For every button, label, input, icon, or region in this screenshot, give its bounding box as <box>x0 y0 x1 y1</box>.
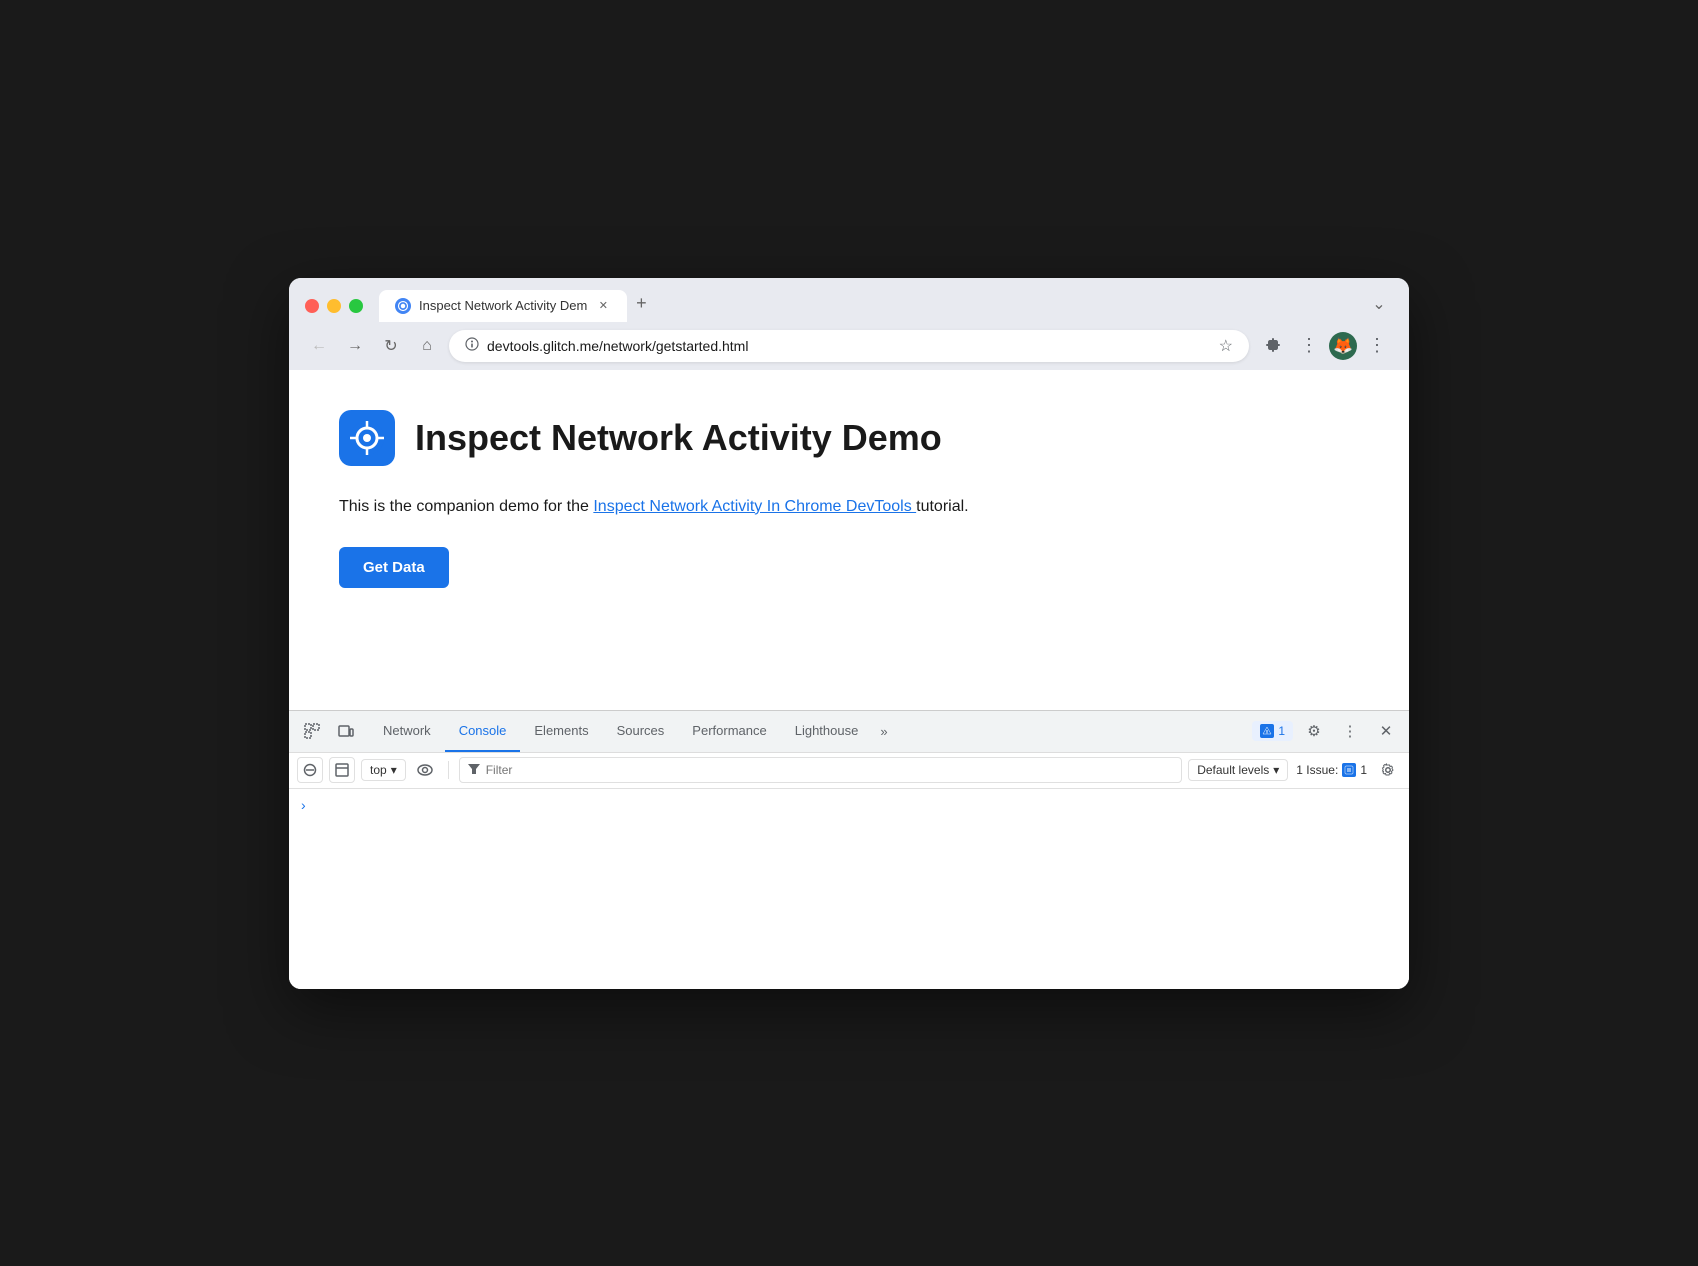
get-data-button[interactable]: Get Data <box>339 547 449 588</box>
close-window-button[interactable] <box>305 299 319 313</box>
browser-tab-active[interactable]: Inspect Network Activity Dem ✕ <box>379 290 627 322</box>
tab-close-button[interactable]: ✕ <box>595 298 611 314</box>
devtools-close-button[interactable]: ✕ <box>1371 716 1401 746</box>
extensions-button[interactable] <box>1257 330 1289 362</box>
bookmark-icon[interactable]: ☆ <box>1219 336 1233 356</box>
device-toggle-button[interactable] <box>331 716 361 746</box>
issues-badge[interactable]: 1 <box>1252 721 1293 741</box>
nav-bar: ← → ↻ ⌂ devtools.glitch.me/network/getst… <box>289 322 1409 370</box>
page-description: This is the companion demo for the Inspe… <box>339 494 1359 520</box>
tab-favicon <box>395 298 411 314</box>
console-issues[interactable]: 1 Issue: 1 <box>1296 763 1367 777</box>
devtools-panel: Network Console Elements Sources Perform… <box>289 710 1409 989</box>
tab-title: Inspect Network Activity Dem <box>419 298 587 313</box>
profile-avatar[interactable]: 🦊 <box>1329 332 1357 360</box>
back-button[interactable]: ← <box>305 332 333 360</box>
issues-icon <box>1260 724 1274 738</box>
devtools-tabs: Network Console Elements Sources Perform… <box>289 711 1409 753</box>
console-expand-arrow[interactable]: › <box>301 797 306 813</box>
filter-input[interactable] <box>486 763 1173 777</box>
default-levels-label: Default levels <box>1197 763 1269 777</box>
new-tab-button[interactable]: + <box>627 290 655 318</box>
console-issues-count: 1 <box>1360 763 1367 777</box>
devtools-tab-performance[interactable]: Performance <box>678 710 780 752</box>
address-text: devtools.glitch.me/network/getstarted.ht… <box>487 338 1211 354</box>
console-issues-prefix: 1 Issue: <box>1296 763 1338 777</box>
devtools-right-controls: 1 ⚙ ⋮ ✕ <box>1252 716 1401 746</box>
more-tabs-button[interactable]: » <box>872 710 895 752</box>
context-dropdown[interactable]: top ▾ <box>361 759 406 781</box>
element-picker-button[interactable] <box>297 716 327 746</box>
panel-toggle-button[interactable] <box>329 757 355 783</box>
forward-button[interactable]: → <box>341 332 369 360</box>
console-output: › <box>289 789 1409 989</box>
page-logo <box>339 410 395 466</box>
console-settings-button[interactable] <box>1375 757 1401 783</box>
devtools-settings-button[interactable]: ⚙ <box>1299 716 1329 746</box>
address-security-icon <box>465 337 479 354</box>
traffic-lights <box>305 299 363 313</box>
page-header: Inspect Network Activity Demo <box>339 410 1359 466</box>
devtools-tab-network[interactable]: Network <box>369 710 445 752</box>
devtools-link[interactable]: Inspect Network Activity In Chrome DevTo… <box>593 498 916 515</box>
title-bar: Inspect Network Activity Dem ✕ + ⌄ <box>289 278 1409 322</box>
page-content: Inspect Network Activity Demo This is th… <box>289 370 1409 710</box>
chrome-menu-button[interactable]: ⋮ <box>1361 330 1393 362</box>
context-dropdown-value: top <box>370 763 387 777</box>
console-toolbar: top ▾ Default levels <box>289 753 1409 789</box>
page-title: Inspect Network Activity Demo <box>415 416 942 459</box>
issues-count: 1 <box>1278 724 1285 738</box>
maximize-window-button[interactable] <box>349 299 363 313</box>
browser-window: Inspect Network Activity Dem ✕ + ⌄ ← → ↻… <box>289 278 1409 989</box>
devtools-tab-elements[interactable]: Elements <box>520 710 602 752</box>
devtools-tab-sources[interactable]: Sources <box>603 710 679 752</box>
default-levels-chevron-icon: ▾ <box>1273 763 1279 777</box>
clear-console-button[interactable] <box>297 757 323 783</box>
tab-overflow-button[interactable]: ⌄ <box>1365 290 1393 318</box>
devtools-left-icons <box>297 716 361 746</box>
minimize-window-button[interactable] <box>327 299 341 313</box>
dropdown-chevron-icon: ▾ <box>391 763 397 777</box>
devtools-tab-lighthouse[interactable]: Lighthouse <box>781 710 873 752</box>
home-button[interactable]: ⌂ <box>413 332 441 360</box>
tab-bar: Inspect Network Activity Dem ✕ + ⌄ <box>379 290 1393 322</box>
more-options-button[interactable]: ⋮ <box>1293 330 1325 362</box>
console-right-controls: Default levels ▾ 1 Issue: 1 <box>1188 757 1401 783</box>
filter-icon <box>468 763 480 777</box>
eye-button[interactable] <box>412 757 438 783</box>
default-levels-button[interactable]: Default levels ▾ <box>1188 759 1288 781</box>
nav-right-buttons: ⋮ 🦊 ⋮ <box>1257 330 1393 362</box>
address-bar[interactable]: devtools.glitch.me/network/getstarted.ht… <box>449 330 1249 362</box>
devtools-tab-console[interactable]: Console <box>445 710 521 752</box>
devtools-more-button[interactable]: ⋮ <box>1335 716 1365 746</box>
console-issues-icon <box>1342 763 1356 777</box>
toolbar-divider <box>448 761 449 779</box>
refresh-button[interactable]: ↻ <box>377 332 405 360</box>
filter-area[interactable] <box>459 757 1182 783</box>
